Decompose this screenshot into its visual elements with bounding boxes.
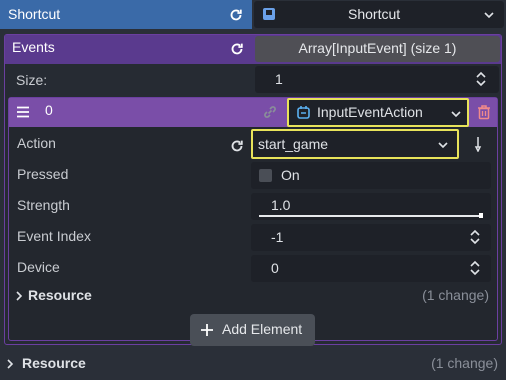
outer-resource-section[interactable]: Resource (1 change) [0, 352, 506, 376]
shortcut-property-row: Shortcut Shortcut [0, 0, 506, 29]
plus-icon [200, 323, 214, 337]
edit-icon[interactable] [473, 136, 483, 152]
size-label: Size: [16, 72, 48, 88]
events-array-button[interactable]: Array[InputEvent] (size 1) [255, 36, 500, 62]
strength-slider-field[interactable]: 1.0 [251, 193, 491, 220]
link-icon[interactable] [262, 104, 278, 120]
action-label: Action [17, 135, 56, 151]
pressed-label: Pressed [17, 166, 69, 182]
strength-slider-handle[interactable] [479, 213, 483, 218]
add-element-button[interactable]: Add Element [190, 314, 315, 346]
outer-resource-changes: (1 change) [431, 355, 498, 371]
strength-value: 1.0 [271, 197, 291, 213]
shortcut-label: Shortcut [8, 6, 61, 22]
inner-resource-changes: (1 change) [422, 287, 489, 303]
events-panel: Events Array[InputEvent] (size 1) Size: … [4, 34, 502, 345]
add-element-label: Add Element [222, 321, 303, 337]
pressed-value: On [281, 167, 300, 183]
shortcut-resource-value: Shortcut [348, 6, 401, 22]
spin-updown-icon[interactable] [469, 229, 481, 245]
revert-icon[interactable] [229, 41, 245, 57]
event-index-value: -1 [271, 229, 284, 245]
outer-resource-label: Resource [22, 355, 86, 371]
event-index-spinbox[interactable]: -1 [251, 224, 491, 251]
events-header: Events Array[InputEvent] (size 1) [5, 35, 501, 64]
chevron-down-icon[interactable] [483, 9, 495, 21]
pressed-checkbox[interactable] [259, 169, 272, 182]
action-value: start_game [258, 136, 329, 152]
shortcut-resource-picker[interactable]: Shortcut [254, 1, 504, 28]
chevron-down-icon[interactable] [450, 108, 462, 120]
revert-icon[interactable] [229, 138, 245, 154]
events-label: Events [12, 39, 55, 55]
chevron-right-icon[interactable] [15, 291, 23, 301]
events-array-value: Array[InputEvent] (size 1) [298, 40, 457, 56]
strength-slider-fill [259, 215, 483, 217]
event-type-value: InputEventAction [317, 104, 423, 120]
action-dropdown[interactable]: start_game [251, 129, 459, 159]
input-event-action-icon [296, 105, 311, 120]
trash-icon[interactable] [476, 104, 492, 120]
device-label: Device [17, 259, 60, 275]
drag-handle-icon[interactable] [16, 106, 30, 118]
device-value: 0 [271, 260, 279, 276]
event-index-label: Event Index [17, 228, 91, 244]
strength-label: Strength [17, 197, 70, 213]
chevron-right-icon[interactable] [6, 359, 14, 369]
spin-updown-icon[interactable] [475, 71, 487, 87]
chevron-down-icon[interactable] [437, 139, 449, 151]
element-index: 0 [45, 102, 53, 118]
revert-icon[interactable] [228, 7, 244, 23]
inner-resource-section[interactable]: Resource (1 change) [9, 285, 497, 307]
size-spinbox[interactable]: 1 [255, 66, 499, 93]
spin-updown-icon[interactable] [469, 260, 481, 276]
shortcut-resource-icon [262, 7, 276, 21]
inner-resource-label: Resource [28, 287, 92, 303]
pressed-checkbox-field[interactable]: On [251, 162, 491, 189]
device-spinbox[interactable]: 0 [251, 255, 491, 282]
size-value: 1 [275, 71, 283, 87]
event-type-selector[interactable]: InputEventAction [287, 98, 469, 127]
element-block: 0 InputEventAction Action start_game Pre… [8, 97, 498, 341]
